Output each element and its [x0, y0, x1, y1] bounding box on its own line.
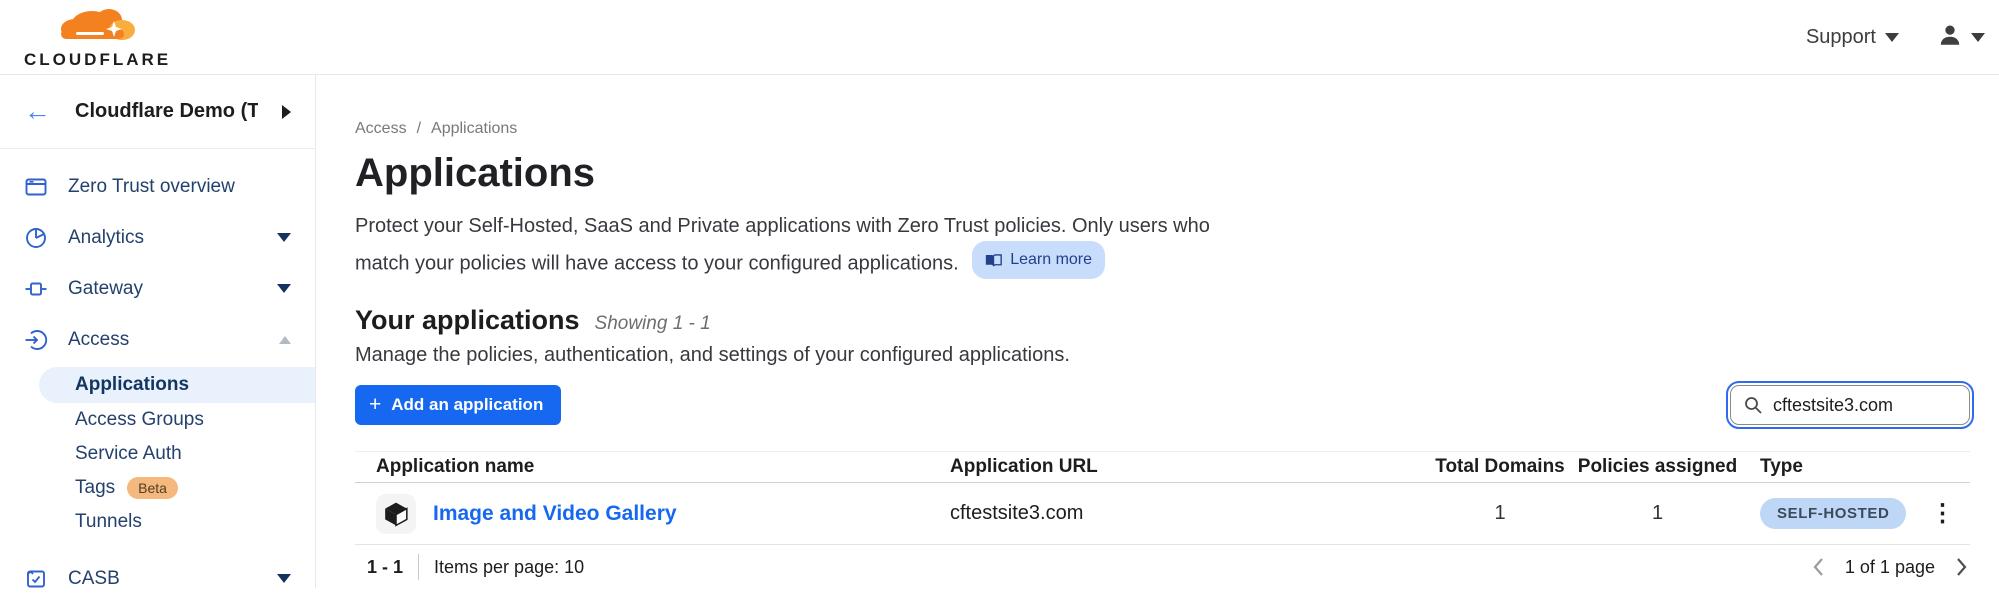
policies-assigned-value: 1: [1570, 502, 1745, 525]
add-application-button[interactable]: + Add an application: [355, 385, 561, 425]
showing-count: Showing 1 - 1: [595, 313, 711, 335]
search-input[interactable]: [1730, 385, 1970, 425]
beta-badge: Beta: [127, 477, 178, 499]
breadcrumb-applications[interactable]: Applications: [431, 120, 517, 138]
sidebar-nav: Zero Trust overview Analytics: [0, 149, 315, 604]
application-url: cftestsite3.com: [950, 502, 1430, 525]
row-kebab-menu[interactable]: ⋮: [1915, 502, 1970, 526]
total-domains-value: 1: [1430, 502, 1570, 525]
application-link[interactable]: Image and Video Gallery: [433, 502, 677, 526]
main-content: Access / Applications Applications Prote…: [316, 75, 1999, 588]
book-icon: [985, 253, 1002, 268]
chevron-down-icon: [277, 284, 291, 293]
sub-item-label: Applications: [75, 374, 189, 396]
access-sub-list: Applications Access Groups Service Auth …: [0, 367, 315, 539]
column-application-url: Application URL: [950, 456, 1430, 478]
sidebar-item-zero-trust-overview[interactable]: Zero Trust overview: [0, 161, 315, 212]
sidebar-item-service-auth[interactable]: Service Auth: [0, 437, 315, 471]
column-application-name: Application name: [355, 456, 950, 478]
sidebar-item-access[interactable]: Access: [0, 314, 315, 365]
toolbar: + Add an application: [355, 385, 1970, 425]
account-header[interactable]: ← Cloudflare Demo (T...: [0, 75, 315, 149]
sidebar-item-label: Zero Trust overview: [68, 176, 235, 198]
chevron-right-icon[interactable]: [282, 105, 291, 119]
breadcrumb-access[interactable]: Access: [355, 120, 407, 138]
application-name-cell: Image and Video Gallery: [355, 494, 950, 534]
pagination-range: 1 - 1: [367, 557, 403, 578]
pagination-right: 1 of 1 page: [1810, 556, 1970, 578]
top-header: CLOUDFLARE Support: [0, 0, 1999, 75]
sidebar-item-casb[interactable]: CASB: [0, 553, 315, 604]
sidebar-item-analytics[interactable]: Analytics: [0, 212, 315, 263]
search-box: [1730, 385, 1970, 425]
type-badge: SELF-HOSTED: [1760, 498, 1906, 529]
section-head: Your applications Showing 1 - 1: [355, 305, 1999, 336]
cloudflare-logo[interactable]: CLOUDFLARE: [22, 5, 171, 70]
table-header: Application name Application URL Total D…: [355, 452, 1970, 483]
sidebar-item-tunnels[interactable]: Tunnels: [0, 505, 315, 539]
account-name: Cloudflare Demo (T...: [75, 100, 258, 123]
section-subtitle: Manage the policies, authentication, and…: [355, 344, 1999, 367]
chevron-down-icon: [1885, 33, 1899, 42]
chevron-down-icon: [277, 574, 291, 583]
user-account-menu[interactable]: [1937, 22, 1985, 53]
login-circle-icon: [24, 328, 48, 352]
sidebar-item-access-groups[interactable]: Access Groups: [0, 403, 315, 437]
cube-icon: [383, 501, 409, 527]
sidebar: ← Cloudflare Demo (T... Zero Trust overv…: [0, 75, 316, 588]
sidebar-item-gateway[interactable]: Gateway: [0, 263, 315, 314]
back-arrow-icon[interactable]: ←: [24, 98, 51, 125]
pagination-left: 1 - 1 Items per page: 10: [355, 554, 584, 580]
learn-more-button[interactable]: Learn more: [972, 241, 1105, 279]
pagination: 1 - 1 Items per page: 10 1 of 1 page: [355, 554, 1970, 580]
support-menu[interactable]: Support: [1806, 26, 1899, 49]
breadcrumb-separator: /: [417, 120, 421, 138]
items-per-page[interactable]: Items per page: 10: [434, 557, 584, 578]
sub-item-label: Tags: [75, 477, 115, 499]
sidebar-item-applications[interactable]: Applications: [39, 367, 315, 403]
pagination-divider: [418, 554, 419, 580]
plus-icon: +: [369, 394, 381, 415]
sidebar-item-label: Analytics: [68, 227, 144, 249]
sidebar-item-label: Access: [68, 329, 129, 351]
window-icon: [24, 175, 48, 199]
sub-item-label: Access Groups: [75, 409, 204, 431]
column-total-domains: Total Domains: [1430, 456, 1570, 478]
chevron-down-icon: [1971, 33, 1985, 42]
page-title: Applications: [355, 151, 1999, 196]
logo-wordmark: CLOUDFLARE: [24, 50, 171, 70]
support-label: Support: [1806, 26, 1876, 49]
sidebar-item-label: CASB: [68, 568, 120, 590]
page-description: Protect your Self-Hosted, SaaS and Priva…: [355, 211, 1235, 279]
sub-item-label: Service Auth: [75, 443, 182, 465]
cloudflare-cloud-icon: [52, 5, 144, 48]
header-right: Support: [1806, 22, 1977, 53]
user-icon: [1937, 22, 1963, 53]
gateway-icon: [24, 277, 48, 301]
learn-more-label: Learn more: [1010, 245, 1092, 275]
chevron-down-icon: [277, 233, 291, 242]
chevron-right-icon[interactable]: [1952, 556, 1970, 578]
section-title: Your applications: [355, 305, 580, 336]
applications-table: Application name Application URL Total D…: [355, 451, 1970, 545]
type-cell: SELF-HOSTED: [1745, 498, 1915, 529]
chevron-left-icon[interactable]: [1810, 556, 1828, 578]
sub-item-label: Tunnels: [75, 511, 142, 533]
casb-icon: [24, 567, 48, 591]
add-application-label: Add an application: [391, 395, 543, 415]
chevron-up-icon: [279, 336, 291, 344]
pie-chart-icon: [24, 226, 48, 250]
sidebar-item-tags[interactable]: Tags Beta: [0, 471, 315, 505]
breadcrumb: Access / Applications: [355, 120, 1999, 138]
search-icon: [1743, 395, 1763, 420]
page-indicator: 1 of 1 page: [1845, 557, 1935, 578]
app-iconbox: [376, 494, 416, 534]
column-policies-assigned: Policies assigned: [1570, 456, 1745, 478]
table-row: Image and Video Gallery cftestsite3.com …: [355, 483, 1970, 545]
sidebar-item-label: Gateway: [68, 278, 143, 300]
column-type: Type: [1745, 456, 1915, 478]
